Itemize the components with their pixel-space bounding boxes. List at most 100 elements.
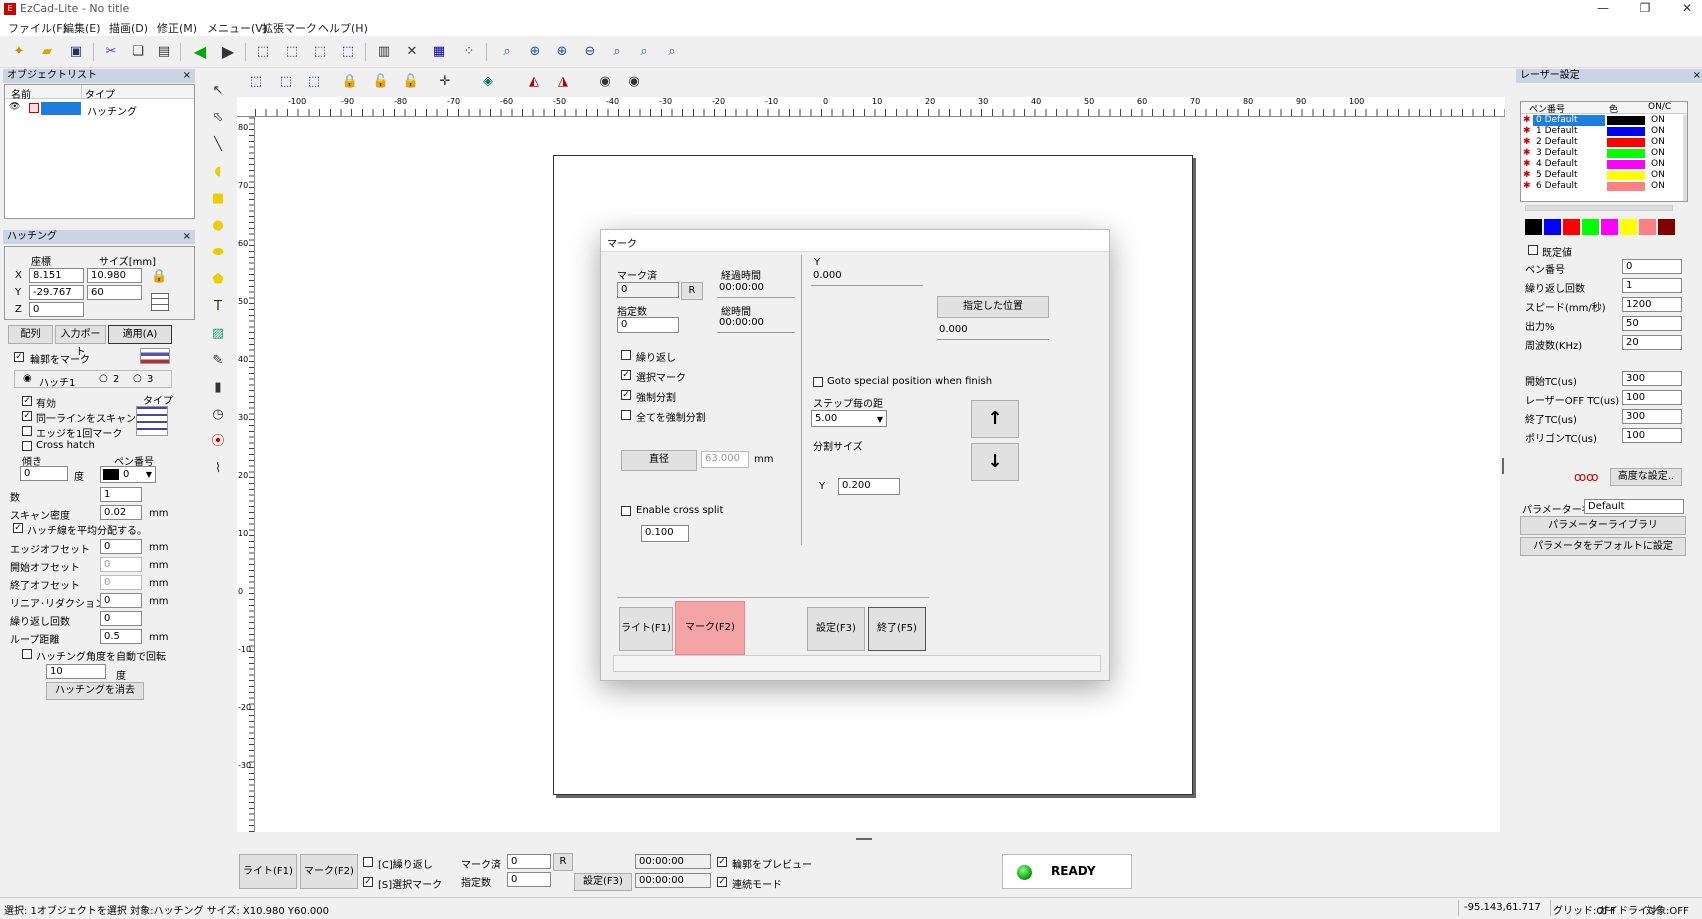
preview-eye-icon[interactable]: ◉ <box>594 71 616 93</box>
unlock-all-icon[interactable]: 🔓 <box>400 71 422 93</box>
loop-count-input[interactable]: 1 <box>1622 278 1682 293</box>
end-tc-input[interactable]: 300 <box>1622 409 1682 424</box>
col-name[interactable]: 名前 <box>11 86 31 101</box>
col-pen[interactable]: ペン番号 <box>1529 102 1565 115</box>
edge-once-checkbox[interactable] <box>22 426 32 436</box>
outline-style-icon[interactable] <box>140 348 170 364</box>
cross-hatch-checkbox[interactable] <box>22 441 32 451</box>
ungroup-icon[interactable]: ⬚ <box>275 71 297 93</box>
cross-split-checkbox[interactable] <box>621 506 631 516</box>
param-name-input[interactable]: Default <box>1584 499 1684 514</box>
col-onoff[interactable]: ON/C <box>1648 102 1671 112</box>
save-icon[interactable]: ▣ <box>65 41 87 63</box>
restore-button[interactable]: ❐ <box>1622 0 1668 18</box>
zoom-select-icon[interactable]: ⌕ <box>661 41 683 63</box>
palette-red[interactable] <box>1563 219 1580 235</box>
bottom-light-button[interactable]: ライト(F1) <box>239 854 297 889</box>
hatch1-radio[interactable]: ◉ <box>23 373 32 384</box>
mirror-h-icon[interactable]: ◭ <box>523 71 545 93</box>
hatch3-radio[interactable]: ○ <box>133 373 142 384</box>
bottom-specified-input[interactable]: 0 <box>507 872 551 887</box>
tools-icon[interactable]: ✕ <box>401 41 423 63</box>
mark-button[interactable]: マーク(F2) <box>675 601 745 655</box>
unlock-object-icon[interactable]: 🔓 <box>370 71 392 93</box>
same-line-checkbox[interactable]: ✓ <box>22 411 32 421</box>
default-value-checkbox[interactable] <box>1528 245 1538 255</box>
advanced-button[interactable]: 高度な設定.. <box>1610 468 1682 486</box>
linear-reduction-input[interactable]: 0 <box>100 593 142 608</box>
polygon-icon[interactable]: ⬟ <box>207 269 229 291</box>
zoom-icon[interactable]: ⌕ <box>496 41 518 63</box>
circle-icon[interactable]: ● <box>207 215 229 237</box>
move-up-button[interactable]: ↑ <box>971 400 1019 438</box>
rectangle-icon[interactable]: ■ <box>207 188 229 210</box>
pen-list[interactable]: ペン番号 色 ON/C ✱ 0 Default ON ✱ 1 Default O… <box>1520 101 1688 202</box>
force-split-checkbox[interactable]: ✓ <box>621 390 631 400</box>
hatch-type-icon[interactable] <box>136 406 168 436</box>
speed-input[interactable]: 1200 <box>1622 297 1682 312</box>
start-tc-input[interactable]: 300 <box>1622 371 1682 386</box>
goto-position-button[interactable]: 指定した位置 <box>937 296 1049 318</box>
reset-button[interactable]: R <box>681 282 703 300</box>
start-offset-input[interactable]: 0 <box>100 557 142 572</box>
move-origin-icon[interactable]: ✛ <box>434 71 456 93</box>
grid-anchor-icon[interactable] <box>151 293 169 311</box>
palette-pink[interactable] <box>1639 219 1656 235</box>
enable-checkbox[interactable]: ✓ <box>22 396 32 406</box>
hatch2-radio[interactable]: ○ <box>99 373 108 384</box>
zoom-in-2-icon[interactable]: ⊕ <box>551 41 573 63</box>
new-file-icon[interactable]: ✦ <box>8 41 30 63</box>
cross-split-input[interactable]: 0.100 <box>641 525 689 542</box>
loop-distance-input[interactable]: 0.5 <box>100 629 142 644</box>
angle-input[interactable]: 0 <box>20 466 68 481</box>
close-panel-icon[interactable]: × <box>183 230 191 244</box>
all-split-checkbox[interactable] <box>621 410 631 420</box>
pen-row-5[interactable]: ✱ 5 Default ON <box>1521 170 1687 181</box>
vertical-scrollbar[interactable] <box>1500 117 1506 832</box>
cut-icon[interactable]: ✂ <box>100 41 122 63</box>
diameter-input[interactable]: 63.000 <box>701 451 749 468</box>
palette-magenta[interactable] <box>1601 219 1618 235</box>
repeat-checkbox[interactable] <box>621 350 631 360</box>
zoom-page-icon[interactable]: ⌕ <box>633 41 655 63</box>
apply-button[interactable]: 適用(A) <box>108 325 172 344</box>
menu-view[interactable]: メニュー(V) <box>207 20 267 36</box>
power-input[interactable]: 50 <box>1622 316 1682 331</box>
list-item[interactable]: 👁 ハッチング <box>7 102 192 118</box>
delete-hatch-button[interactable]: ハッチングを消去 <box>46 682 144 700</box>
pen-list-hscroll[interactable] <box>1525 205 1673 211</box>
bottom-reset-button[interactable]: R <box>553 853 573 871</box>
menu-help[interactable]: ヘルプ(H) <box>318 20 368 36</box>
horizontal-splitter[interactable] <box>856 838 872 840</box>
bitmap-icon[interactable]: ▨ <box>207 323 229 345</box>
select-mark-checkbox[interactable]: ✓ <box>621 370 631 380</box>
bottom-repeat-checkbox[interactable] <box>363 857 373 867</box>
bottom-settings-button[interactable]: 設定(F3) <box>574 873 632 891</box>
close-panel-icon[interactable]: × <box>183 69 191 83</box>
count-input[interactable]: 1 <box>100 487 142 502</box>
split-size-input[interactable]: 0.200 <box>838 478 900 495</box>
select-cross-icon[interactable]: ⬚ <box>309 41 331 63</box>
auto-rotate-checkbox[interactable] <box>22 649 32 659</box>
lock-object-icon[interactable]: 🔒 <box>339 71 361 93</box>
pen-row-3[interactable]: ✱ 3 Default ON <box>1521 148 1687 159</box>
palette-black[interactable] <box>1525 219 1542 235</box>
splitter-handle[interactable] <box>1502 458 1504 474</box>
polygon-tc-input[interactable]: 100 <box>1622 428 1682 443</box>
palette-green[interactable] <box>1582 219 1599 235</box>
open-folder-icon[interactable]: ▰ <box>36 41 58 63</box>
select-all-icon[interactable]: ⬚ <box>252 41 274 63</box>
minimize-button[interactable]: — <box>1580 0 1626 18</box>
preview-outline-checkbox[interactable]: ✓ <box>717 857 727 867</box>
close-panel-icon[interactable]: × <box>1693 69 1701 83</box>
bottom-mark-button[interactable]: マーク(F2) <box>300 854 358 889</box>
properties-icon[interactable]: ▦ <box>428 41 450 63</box>
pen-row-2[interactable]: ✱ 2 Default ON <box>1521 137 1687 148</box>
menu-file[interactable]: ファイル(F) <box>8 20 67 36</box>
move-down-button[interactable]: ↓ <box>971 443 1019 481</box>
curve-icon[interactable]: ◖ <box>207 161 229 183</box>
pen-row-1[interactable]: ✱ 1 Default ON <box>1521 126 1687 137</box>
exit-button[interactable]: 終了(F5) <box>868 607 926 651</box>
col-color[interactable]: 色 <box>1609 102 1618 115</box>
object-list[interactable]: 名前 タイプ 👁 ハッチング <box>4 84 195 219</box>
